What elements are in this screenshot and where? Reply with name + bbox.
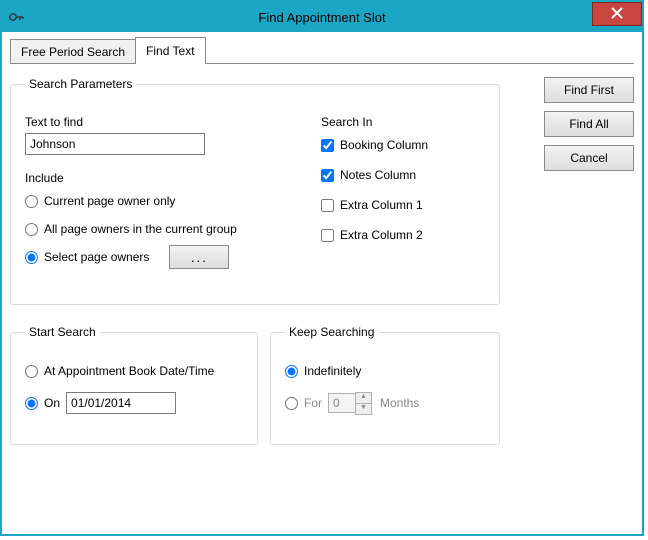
spinner-up-button[interactable]: ▲ [355,392,372,403]
close-icon [611,6,623,22]
window-title: Find Appointment Slot [258,10,385,25]
start-on-label: On [44,396,60,410]
client-area: Free Period Search Find Text Find First … [10,38,634,526]
search-in-extra2-label: Extra Column 2 [340,228,423,242]
search-in-notes-label: Notes Column [340,168,416,182]
tab-label: Free Period Search [21,45,125,59]
group-legend: Search Parameters [25,77,136,91]
keep-searching-options: Indefinitely For ▲ ▼ Months [285,359,485,415]
keep-indefinitely-radio[interactable] [285,365,298,378]
params-right-column: Search In Booking Column Notes Column [321,115,481,247]
tab-strip: Free Period Search Find Text [10,38,634,64]
close-button[interactable] [592,2,642,26]
start-at-book-label: At Appointment Book Date/Time [44,364,214,378]
include-current-radio[interactable] [25,195,38,208]
key-icon [8,9,24,25]
search-in-options: Booking Column Notes Column Extra Column… [321,133,481,247]
start-on-radio[interactable] [25,397,38,410]
text-to-find-label: Text to find [25,115,315,129]
group-legend: Start Search [25,325,100,339]
dialog-window: Find Appointment Slot Free Period Search… [0,0,644,536]
tab-find-text[interactable]: Find Text [135,37,205,63]
start-search-group: Start Search At Appointment Book Date/Ti… [10,325,258,445]
include-options: Current page owner only All page owners … [25,189,315,269]
action-buttons: Find First Find All Cancel [544,77,634,171]
spinner-down-button[interactable]: ▼ [355,403,372,415]
months-input[interactable] [328,393,356,413]
start-at-book-radio[interactable] [25,365,38,378]
search-in-extra1-label: Extra Column 1 [340,198,423,212]
start-search-options: At Appointment Book Date/Time On [25,359,243,415]
search-parameters-group: Search Parameters Text to find Include C… [10,77,500,305]
include-all-radio[interactable] [25,223,38,236]
search-in-notes-checkbox[interactable] [321,169,334,182]
include-current-label: Current page owner only [44,194,175,208]
keep-for-label: For [304,396,322,410]
tab-label: Find Text [146,44,194,58]
spinner-buttons: ▲ ▼ [355,392,372,415]
months-label: Months [380,396,419,410]
keep-for-radio[interactable] [285,397,298,410]
search-in-booking-label: Booking Column [340,138,428,152]
tab-content: Find First Find All Cancel Search Parame… [10,63,634,526]
params-left-column: Text to find Include Current page owner … [25,115,315,269]
search-in-label: Search In [321,115,481,129]
text-to-find-input[interactable] [25,133,205,155]
search-in-extra2-checkbox[interactable] [321,229,334,242]
include-label: Include [25,171,315,185]
titlebar: Find Appointment Slot [2,2,642,32]
start-date-input[interactable] [66,392,176,414]
find-all-button[interactable]: Find All [544,111,634,137]
include-all-label: All page owners in the current group [44,222,237,236]
select-owners-button[interactable]: ... [169,245,229,269]
include-select-label: Select page owners [44,250,149,264]
group-legend: Keep Searching [285,325,378,339]
keep-searching-group: Keep Searching Indefinitely For ▲ [270,325,500,445]
search-in-extra1-checkbox[interactable] [321,199,334,212]
include-select-radio[interactable] [25,251,38,264]
search-in-booking-checkbox[interactable] [321,139,334,152]
find-first-button[interactable]: Find First [544,77,634,103]
months-spinner: ▲ ▼ [328,392,372,415]
tab-free-period[interactable]: Free Period Search [10,39,136,63]
cancel-button[interactable]: Cancel [544,145,634,171]
keep-indefinitely-label: Indefinitely [304,364,361,378]
